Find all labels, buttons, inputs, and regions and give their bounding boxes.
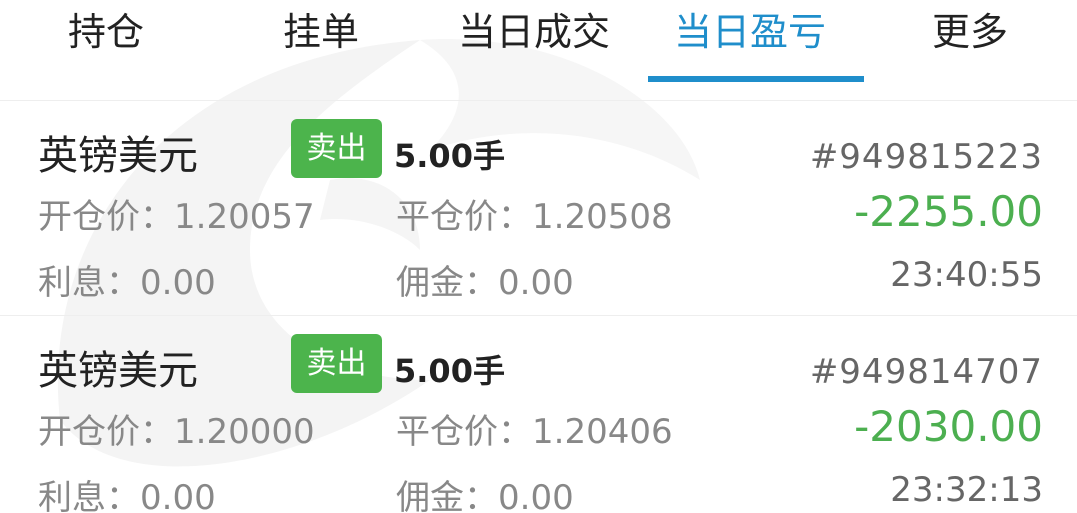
- order-row[interactable]: 英镑美元 卖出 5.00手 #949815223 开仓价：1.20057 平仓价…: [0, 101, 1077, 316]
- close-price-field: 平仓价：1.20508: [396, 189, 673, 238]
- close-price-value: 1.20508: [532, 197, 673, 237]
- order-symbol: 英镑美元: [38, 133, 198, 179]
- open-price-field: 开仓价：1.20000: [38, 404, 315, 453]
- open-price-label: 开仓价：: [38, 412, 174, 452]
- swap-value: 0.00: [140, 478, 216, 513]
- swap-label: 利息：: [38, 478, 140, 513]
- order-profit: -2255.00: [854, 187, 1043, 236]
- commission-label: 佣金：: [396, 263, 498, 303]
- open-price-value: 1.20057: [174, 197, 315, 237]
- order-lots: 5.00手: [394, 352, 505, 390]
- tab-pending-orders[interactable]: 挂单: [283, 0, 359, 64]
- close-price-value: 1.20406: [532, 412, 673, 452]
- swap-field: 利息：0.00: [38, 255, 216, 304]
- swap-field: 利息：0.00: [38, 470, 216, 513]
- order-time: 23:32:13: [890, 470, 1043, 510]
- order-row[interactable]: 英镑美元 卖出 5.00手 #949814707 开仓价：1.20000 平仓价…: [0, 316, 1077, 513]
- open-price-value: 1.20000: [174, 412, 315, 452]
- order-id: #949814707: [809, 352, 1043, 392]
- tab-daily-trades[interactable]: 当日成交: [458, 0, 610, 64]
- side-badge: 卖出: [291, 119, 382, 178]
- close-price-field: 平仓价：1.20406: [396, 404, 673, 453]
- commission-value: 0.00: [498, 263, 574, 303]
- daily-pnl-screen: 持仓 挂单 当日成交 当日盈亏 更多 英镑美元 卖出 5.00手 #949815…: [0, 0, 1077, 513]
- commission-label: 佣金：: [396, 478, 498, 513]
- order-time: 23:40:55: [890, 255, 1043, 295]
- commission-value: 0.00: [498, 478, 574, 513]
- tab-daily-pnl[interactable]: 当日盈亏: [674, 0, 826, 64]
- commission-field: 佣金：0.00: [396, 255, 574, 304]
- order-id: #949815223: [809, 137, 1043, 177]
- tab-bar: 持仓 挂单 当日成交 当日盈亏 更多: [0, 0, 1077, 101]
- tab-positions[interactable]: 持仓: [68, 0, 144, 64]
- order-symbol: 英镑美元: [38, 348, 198, 394]
- order-profit: -2030.00: [854, 402, 1043, 451]
- close-price-label: 平仓价：: [396, 412, 532, 452]
- close-price-label: 平仓价：: [396, 197, 532, 237]
- active-tab-indicator: [648, 76, 864, 82]
- swap-value: 0.00: [140, 263, 216, 303]
- order-lots: 5.00手: [394, 137, 505, 175]
- tab-more[interactable]: 更多: [932, 0, 1008, 64]
- commission-field: 佣金：0.00: [396, 470, 574, 513]
- open-price-label: 开仓价：: [38, 197, 174, 237]
- swap-label: 利息：: [38, 263, 140, 303]
- side-badge: 卖出: [291, 334, 382, 393]
- open-price-field: 开仓价：1.20057: [38, 189, 315, 238]
